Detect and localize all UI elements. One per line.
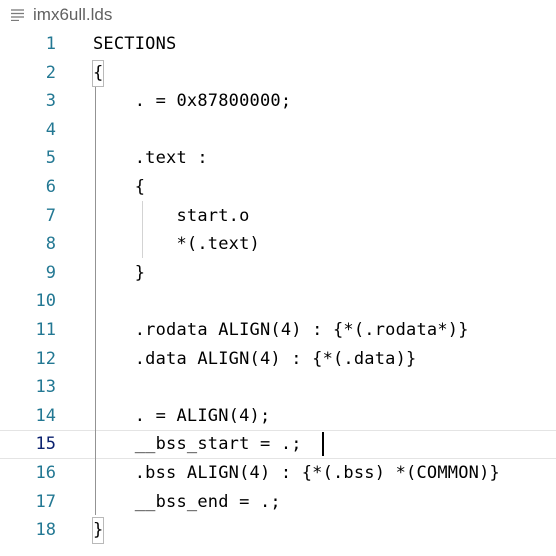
- code-text[interactable]: SECTIONS: [93, 30, 176, 59]
- code-text[interactable]: }: [93, 259, 145, 288]
- code-area[interactable]: 1 SECTIONS 2{3 . = 0x87800000; 4 5 .text :6 …: [0, 30, 556, 556]
- line-number: 14: [35, 405, 56, 426]
- code-line[interactable]: 1 SECTIONS: [0, 30, 556, 59]
- text-cursor: [322, 432, 324, 456]
- code-text[interactable]: . = 0x87800000;: [93, 87, 291, 116]
- line-number: 1: [45, 34, 56, 54]
- code-line[interactable]: 16 .bss ALIGN(4) : {*(.bss) *(COMMON)}: [0, 459, 556, 488]
- line-number: 7: [45, 205, 56, 226]
- code-text[interactable]: .bss ALIGN(4) : {*(.bss) *(COMMON)}: [93, 459, 500, 488]
- code-line[interactable]: 10: [0, 287, 556, 316]
- code-text[interactable]: .rodata ALIGN(4) : {*(.rodata*)}: [93, 316, 469, 345]
- line-number: 3: [45, 91, 56, 112]
- code-line[interactable]: 6 {: [0, 173, 556, 202]
- bracket-match-close: [92, 517, 104, 544]
- line-number: 17: [35, 491, 56, 512]
- lines-file-icon: [11, 9, 24, 21]
- code-line[interactable]: 5 .text :: [0, 144, 556, 173]
- code-line[interactable]: 9 }: [0, 259, 556, 288]
- code-line[interactable]: 14 . = ALIGN(4);: [0, 402, 556, 431]
- indent-guide-inner: [142, 201, 143, 258]
- line-number: 9: [45, 262, 56, 283]
- line-number: 2: [45, 62, 56, 83]
- code-text[interactable]: *(.text): [93, 230, 260, 259]
- indent-guide-outer: [95, 87, 96, 515]
- code-line[interactable]: 13: [0, 373, 556, 402]
- editor-tab[interactable]: imx6ull.lds: [0, 0, 556, 30]
- code-text[interactable]: start.o: [93, 202, 250, 231]
- tab-filename: imx6ull.lds: [33, 5, 113, 24]
- code-line[interactable]: 8 *(.text): [0, 230, 556, 259]
- line-number: 6: [45, 177, 56, 197]
- line-number: 5: [45, 148, 56, 169]
- code-line[interactable]: 2{: [0, 59, 556, 88]
- line-number: 13: [35, 377, 56, 398]
- line-number: 12: [35, 348, 56, 369]
- code-editor[interactable]: imx6ull.lds 1 SECTIONS 2{3 . = 0x87800000;…: [0, 0, 556, 556]
- code-text[interactable]: .text :: [93, 144, 208, 173]
- bracket-match-open: [92, 60, 104, 87]
- line-number: 11: [35, 320, 56, 340]
- line-number: 8: [45, 234, 56, 255]
- line-number: 16: [35, 463, 56, 483]
- code-line[interactable]: 18}: [0, 516, 556, 545]
- code-line[interactable]: 11 .rodata ALIGN(4) : {*(.rodata*)}: [0, 316, 556, 345]
- code-line[interactable]: 17 __bss_end = .;: [0, 488, 556, 517]
- line-number: 15: [35, 434, 56, 455]
- line-number: 18: [35, 520, 56, 541]
- code-line[interactable]: 12 .data ALIGN(4) : {*(.data)}: [0, 345, 556, 374]
- code-text[interactable]: __bss_end = .;: [93, 488, 281, 517]
- code-line[interactable]: 3 . = 0x87800000;: [0, 87, 556, 116]
- code-line[interactable]: 7 start.o: [0, 202, 556, 231]
- code-line[interactable]: 15 __bss_start = .;: [0, 430, 556, 459]
- line-number: 4: [45, 119, 56, 140]
- code-line[interactable]: 4: [0, 116, 556, 145]
- code-text[interactable]: __bss_start = .;: [93, 430, 302, 459]
- code-text[interactable]: .data ALIGN(4) : {*(.data)}: [93, 345, 417, 374]
- code-text[interactable]: {: [93, 173, 145, 202]
- line-number: 10: [35, 291, 56, 312]
- code-text[interactable]: . = ALIGN(4);: [93, 402, 270, 431]
